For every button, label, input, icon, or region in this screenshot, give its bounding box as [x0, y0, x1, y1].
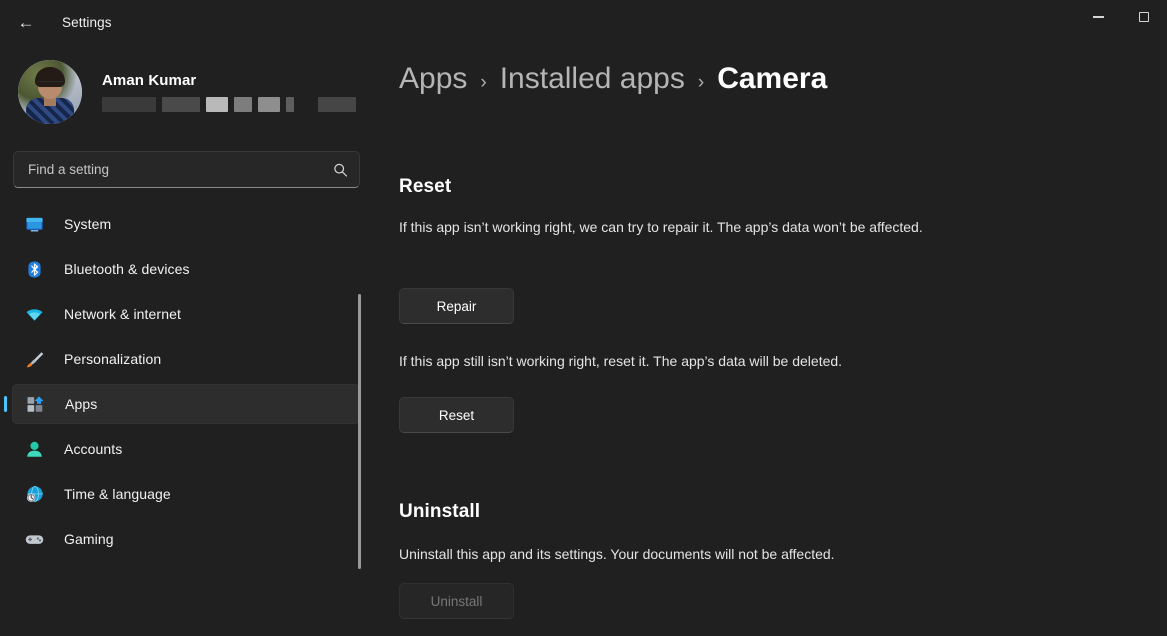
personalization-icon — [24, 349, 44, 369]
sidebar-item-label: Accounts — [64, 441, 122, 457]
profile-text: Aman Kumar — [102, 72, 356, 112]
profile-email-redacted — [102, 97, 356, 112]
settings-window: ← Settings Aman Kumar — [0, 0, 1167, 636]
sidebar-item-accounts[interactable]: Accounts — [12, 429, 360, 469]
apps-icon — [25, 394, 45, 414]
title-bar: ← Settings — [0, 0, 1167, 44]
maximize-button[interactable] — [1121, 0, 1167, 34]
sidebar-item-label: Gaming — [64, 531, 114, 547]
minimize-icon — [1093, 16, 1104, 18]
sidebar-item-time-language[interactable]: Time & language — [12, 474, 360, 514]
maximize-icon — [1139, 12, 1149, 22]
profile-card[interactable]: Aman Kumar — [18, 60, 372, 124]
avatar — [18, 60, 82, 124]
network-icon — [24, 304, 44, 324]
sidebar-item-label: Network & internet — [64, 306, 181, 322]
sidebar-item-personalization[interactable]: Personalization — [12, 339, 360, 379]
sidebar-item-network-internet[interactable]: Network & internet — [12, 294, 360, 334]
search-placeholder: Find a setting — [28, 162, 109, 177]
repair-button[interactable]: Repair — [399, 288, 514, 324]
minimize-button[interactable] — [1075, 0, 1121, 34]
breadcrumb-item-installed-apps[interactable]: Installed apps — [500, 62, 685, 96]
sidebar-scrollbar[interactable] — [358, 294, 361, 569]
uninstall-button[interactable]: Uninstall — [399, 583, 514, 619]
sidebar-item-apps[interactable]: Apps — [12, 384, 360, 424]
chevron-right-icon: › — [698, 72, 704, 94]
sidebar-item-label: Apps — [65, 396, 97, 412]
sidebar: Aman Kumar Find a setting — [0, 44, 372, 636]
search-input[interactable]: Find a setting — [13, 151, 360, 188]
window-controls — [1075, 0, 1167, 34]
accounts-icon — [24, 439, 44, 459]
chevron-right-icon: › — [480, 72, 486, 94]
reset-button[interactable]: Reset — [399, 397, 514, 433]
sidebar-nav: System Bluetooth & devices — [0, 204, 372, 604]
sidebar-item-gaming[interactable]: Gaming — [12, 519, 360, 559]
sidebar-item-label: Time & language — [64, 486, 171, 502]
profile-name: Aman Kumar — [102, 72, 356, 89]
search-box-wrapper: Find a setting — [13, 151, 360, 188]
uninstall-description: Uninstall this app and its settings. You… — [399, 544, 959, 565]
app-title: Settings — [62, 15, 112, 30]
sidebar-item-bluetooth-devices[interactable]: Bluetooth & devices — [12, 249, 360, 289]
sidebar-item-label: Personalization — [64, 351, 161, 367]
sidebar-item-label: System — [64, 216, 111, 232]
uninstall-section-title: Uninstall — [399, 501, 480, 523]
gaming-icon — [24, 529, 44, 549]
system-icon — [24, 214, 44, 234]
back-button[interactable]: ← — [6, 6, 46, 38]
repair-description: If this app isn’t working right, we can … — [399, 217, 939, 238]
time-language-icon — [24, 484, 44, 504]
bluetooth-icon — [24, 259, 44, 279]
sidebar-item-system[interactable]: System — [12, 204, 360, 244]
breadcrumb-item-apps[interactable]: Apps — [399, 62, 467, 96]
back-arrow-icon: ← — [18, 14, 35, 31]
reset-section-title: Reset — [399, 176, 451, 198]
breadcrumb: Apps › Installed apps › Camera — [399, 62, 1167, 96]
sidebar-item-label: Bluetooth & devices — [64, 261, 190, 277]
breadcrumb-current-camera: Camera — [717, 62, 827, 96]
reset-description: If this app still isn’t working right, r… — [399, 351, 959, 372]
